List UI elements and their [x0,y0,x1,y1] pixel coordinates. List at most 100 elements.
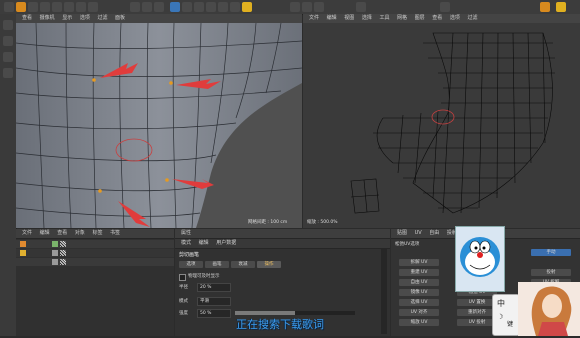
texture-mode-icon[interactable] [3,52,13,62]
tab-options[interactable]: 选项 [179,261,203,268]
uv-button-left[interactable]: 镜像 UV [399,289,439,296]
camera-icon[interactable] [230,2,240,12]
radius-field[interactable]: 20 % [197,283,231,292]
menu-select[interactable]: 选择 [362,15,372,21]
menu-tags[interactable]: 标签 [92,230,102,236]
menu-filter[interactable]: 过滤 [467,15,477,21]
coord-icon[interactable] [88,2,98,12]
python-icon[interactable] [440,2,450,12]
visibility-icon[interactable] [52,241,58,247]
deformer-icon[interactable] [206,2,216,12]
light-icon[interactable] [242,2,252,12]
uv-button-left[interactable]: UV 对齐 [399,309,439,316]
render-settings-icon[interactable] [154,2,164,12]
visibility-icon[interactable] [52,259,58,265]
uv-button-right[interactable]: 投射 [531,269,571,276]
menu-view[interactable]: 视图 [344,15,354,21]
checkbox[interactable] [179,274,186,281]
uv-button-left[interactable]: 选择 UV [399,299,439,306]
menu-layers[interactable]: 图层 [415,15,425,21]
menu-edit[interactable]: 编辑 [199,240,209,246]
moon-icon: ☽ [497,313,504,321]
subdivide-icon[interactable] [194,2,204,12]
environment-icon[interactable] [218,2,228,12]
uv-button-left[interactable]: 重建 UV [399,269,439,276]
menu-options[interactable]: 选项 [80,15,90,21]
object-row[interactable] [16,249,174,257]
uv-button-right[interactable]: 重新对齐 [457,309,497,316]
axis-x-icon[interactable] [52,2,62,12]
menu-mesh[interactable]: 网格 [397,15,407,21]
pen-icon[interactable] [182,2,192,12]
zoom-label: 缩放 : 500.0% [307,220,338,225]
menu-mode[interactable]: 模式 [181,240,191,246]
checker-tag-icon[interactable] [60,250,66,256]
checker-tag-icon[interactable] [60,241,66,247]
scale-icon[interactable] [28,2,38,12]
object-manager: 文件 编辑 查看 对象 标签 书签 [16,229,174,336]
menu-tools[interactable]: 工具 [379,15,389,21]
uv-viewport[interactable]: 文件 编辑 视图 选择 工具 网格 图层 查看 选项 过滤 缩放 : 500.0… [303,14,580,228]
tab-operation[interactable]: 操作 [257,261,281,268]
checker-tag-icon[interactable] [60,259,66,265]
edges-mode-icon[interactable] [302,2,312,12]
menu-inspect[interactable]: 查看 [432,15,442,21]
axis-z-icon[interactable] [76,2,86,12]
menu-options[interactable]: 选项 [450,15,460,21]
tool-title: 剪切画笔 [179,252,200,258]
uv-button-left[interactable]: 拆解 UV [399,259,439,266]
axis-y-icon[interactable] [64,2,74,12]
layout-icon[interactable] [540,2,550,12]
render-view-icon[interactable] [142,2,152,12]
uv-button-right[interactable]: UV 投射 [457,319,497,326]
strength-label: 强度 [179,311,188,316]
undo-icon[interactable] [4,2,14,12]
menu-file[interactable]: 文件 [309,15,319,21]
model-mode-icon[interactable] [3,36,13,46]
menu-file[interactable]: 文件 [22,230,32,236]
menu-panel[interactable]: 面板 [115,15,125,21]
tab-uv[interactable]: UV [415,230,422,236]
menu-display[interactable]: 显示 [62,15,72,21]
menu-view[interactable]: 查看 [57,230,67,236]
object-row[interactable] [16,258,174,266]
mode-select[interactable]: 平滑 [197,297,231,306]
attribute-scrollbar[interactable] [381,249,387,334]
uv-button-left[interactable]: 自由 UV [399,279,439,286]
move-icon[interactable] [16,2,26,12]
uv-button-right[interactable]: UV 置换 [457,299,497,306]
uv-button-right[interactable]: 手动 [531,249,571,256]
visibility-icon[interactable] [52,250,58,256]
favorite-icon[interactable] [556,2,566,12]
uv-button-left[interactable]: 缩放 UV [399,319,439,326]
object-manager-menu: 文件 编辑 查看 对象 标签 书签 [16,229,174,239]
strength-slider[interactable] [235,311,355,315]
ime-widget[interactable]: 中 ☽ 键 [492,294,520,336]
menu-filter[interactable]: 过滤 [97,15,107,21]
strength-slider-fill [235,311,295,315]
tab-map[interactable]: 贴图 [397,230,407,236]
menu-user-data[interactable]: 用户数据 [216,240,236,246]
polygons-mode-icon[interactable] [314,2,324,12]
menu-bookmarks[interactable]: 书签 [110,230,120,236]
workplane-icon[interactable] [3,68,13,78]
tab-falloff[interactable]: 衰减 [231,261,255,268]
render-icon[interactable] [130,2,140,12]
tab-brush[interactable]: 画笔 [205,261,229,268]
character-image [518,282,580,336]
attribute-tabs: 选项 画笔 衰减 操作 [179,261,384,269]
points-mode-icon[interactable] [290,2,300,12]
menu-edit[interactable]: 编辑 [40,230,50,236]
rotate-icon[interactable] [40,2,50,12]
character-illustration [531,286,572,336]
perspective-viewport[interactable]: 查看 摄像机 显示 选项 过滤 面板 网格间距: 100 cm [16,14,302,228]
make-editable-icon[interactable] [3,20,13,30]
menu-edit[interactable]: 编辑 [327,15,337,21]
cube-icon[interactable] [170,2,180,12]
object-row[interactable] [16,240,174,248]
snap-icon[interactable] [356,2,366,12]
menu-camera[interactable]: 摄像机 [40,15,55,21]
menu-objects[interactable]: 对象 [75,230,85,236]
tab-free[interactable]: 自由 [429,230,439,236]
menu-view[interactable]: 查看 [22,15,32,21]
